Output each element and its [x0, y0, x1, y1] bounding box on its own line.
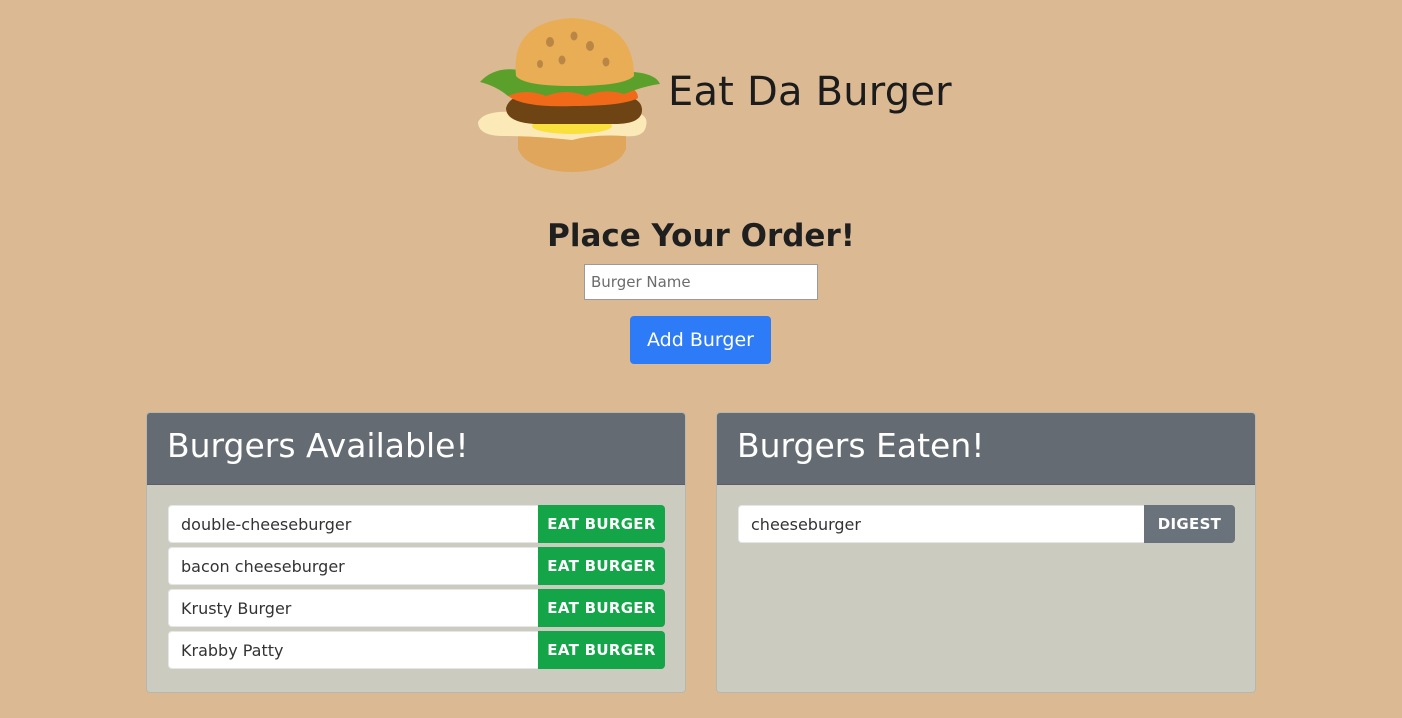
burgers-available-list: double-cheeseburger EAT BURGER bacon che…: [147, 485, 685, 669]
burger-name: Krusty Burger: [168, 589, 538, 627]
list-item: double-cheeseburger EAT BURGER: [168, 505, 665, 543]
burgers-eaten-list: cheeseburger DIGEST: [717, 485, 1255, 543]
eat-burger-button[interactable]: EAT BURGER: [538, 547, 665, 585]
burger-name-input[interactable]: [584, 264, 818, 300]
page: Eat Da Burger Place Your Order! Add Burg…: [0, 0, 1402, 718]
list-item: cheeseburger DIGEST: [738, 505, 1235, 543]
add-burger-button[interactable]: Add Burger: [630, 316, 771, 364]
order-title: Place Your Order!: [547, 218, 855, 254]
eat-burger-button[interactable]: EAT BURGER: [538, 631, 665, 669]
burger-name: double-cheeseburger: [168, 505, 538, 543]
page-title: Eat Da Burger: [668, 69, 952, 115]
burger-name: Krabby Patty: [168, 631, 538, 669]
burger-name: bacon cheeseburger: [168, 547, 538, 585]
eat-burger-button[interactable]: EAT BURGER: [538, 589, 665, 627]
list-item: Krusty Burger EAT BURGER: [168, 589, 665, 627]
list-item: bacon cheeseburger EAT BURGER: [168, 547, 665, 585]
burgers-eaten-card: Burgers Eaten! cheeseburger DIGEST: [716, 412, 1256, 693]
burgers-eaten-title: Burgers Eaten!: [717, 413, 1255, 485]
burgers-available-title: Burgers Available!: [147, 413, 685, 485]
burger-icon: [478, 18, 660, 172]
list-item: Krabby Patty EAT BURGER: [168, 631, 665, 669]
burger-name: cheeseburger: [738, 505, 1144, 543]
eat-burger-button[interactable]: EAT BURGER: [538, 505, 665, 543]
burgers-available-card: Burgers Available! double-cheeseburger E…: [146, 412, 686, 693]
header: Eat Da Burger: [474, 14, 952, 174]
digest-button[interactable]: DIGEST: [1144, 505, 1235, 543]
